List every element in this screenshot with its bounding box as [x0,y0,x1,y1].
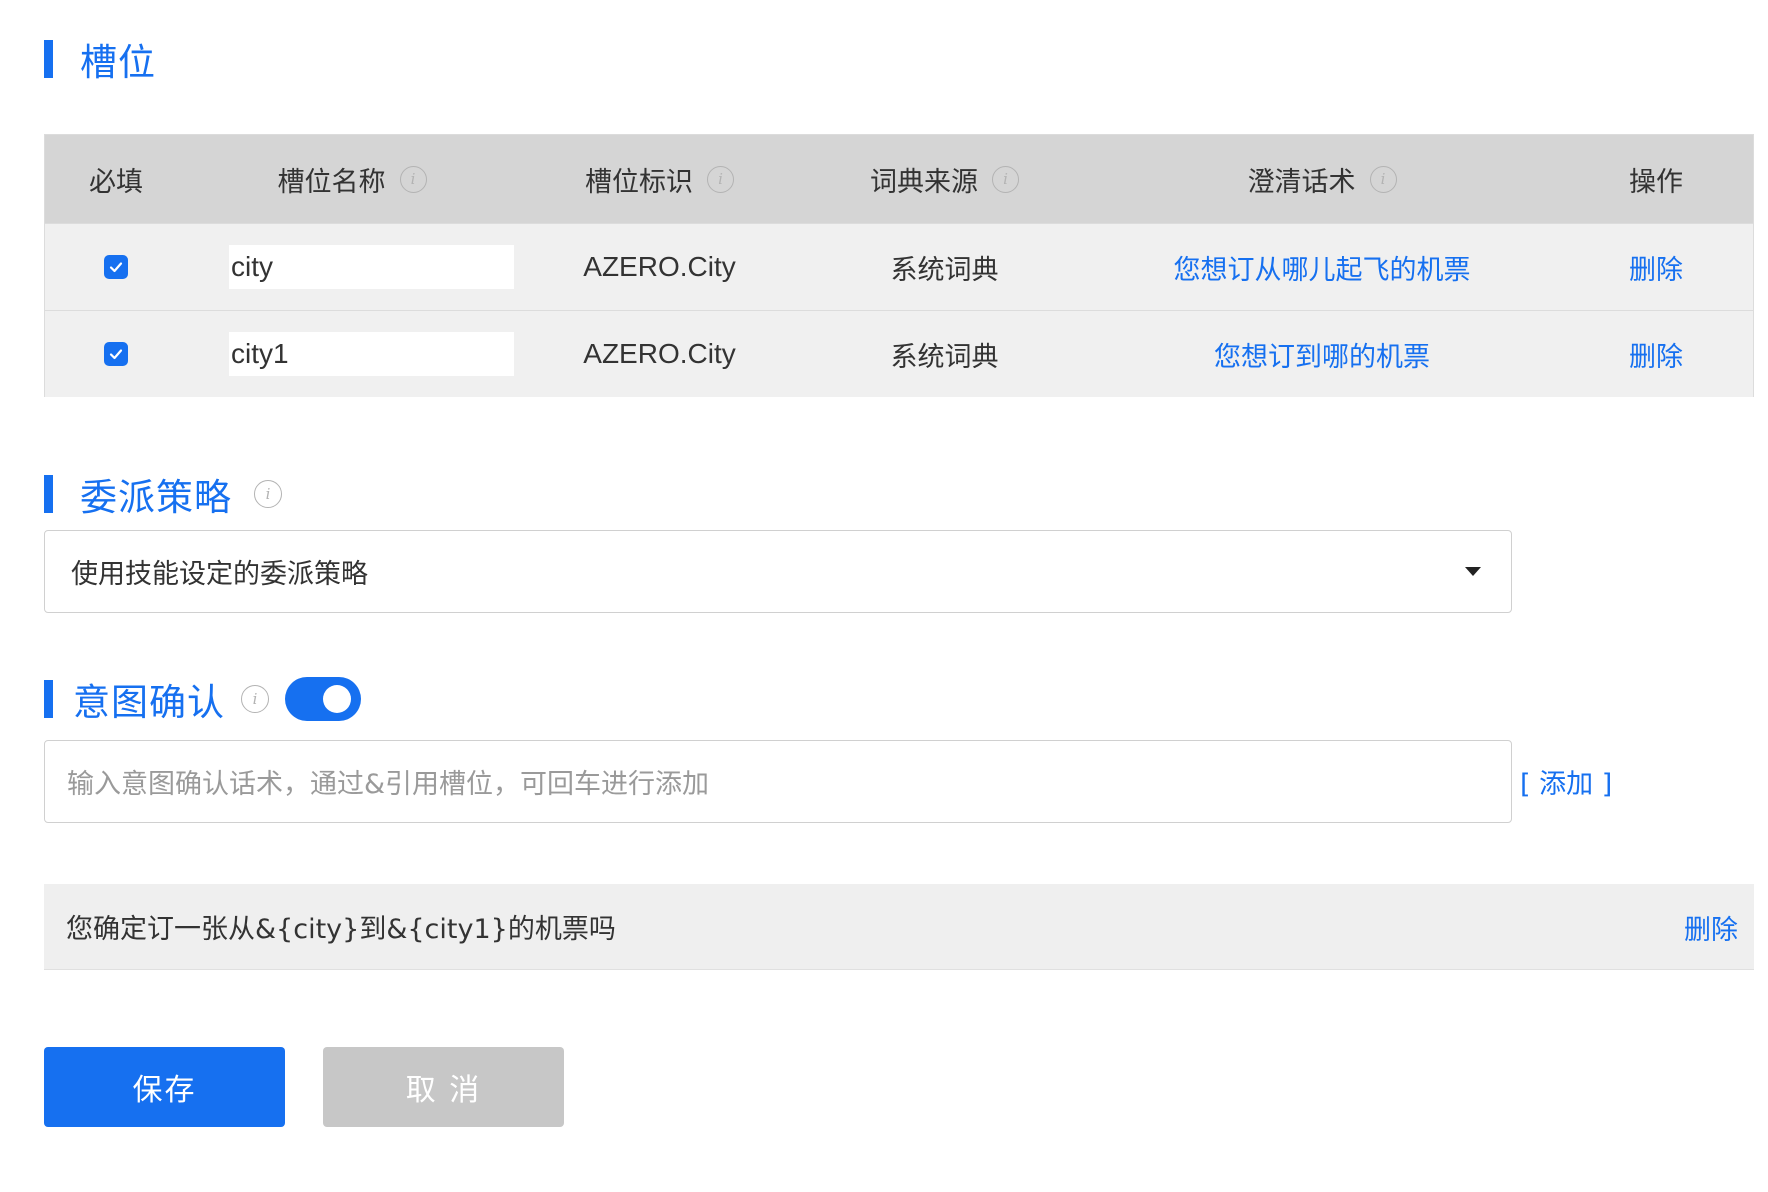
slot-name-cell: city1 [187,311,517,397]
required-cell [45,224,187,310]
add-intent-link[interactable]: [ 添加 ] [1520,762,1612,801]
slots-section-title: 槽位 [80,41,156,84]
intent-confirm-input[interactable]: 输入意图确认话术，通过&引用槽位，可回车进行添加 [44,740,1512,823]
table-row: city AZERO.City 系统词典 您想订从哪儿起飞的机票 删除 [45,223,1753,310]
dict-source: 系统词典 [890,341,999,373]
intent-confirm-toggle[interactable] [285,677,361,721]
slot-key: AZERO.City [583,251,736,282]
slot-key-cell: AZERO.City [517,311,802,397]
header-dict-source-label: 词典来源 [870,166,978,198]
dict-source: 系统词典 [890,254,999,286]
delegation-selected-value: 使用技能设定的委派策略 [71,559,368,590]
info-icon[interactable]: i [707,165,734,193]
header-slot-key: 槽位标识 i [517,135,802,223]
header-actions: 操作 [1557,135,1755,223]
required-cell [45,311,187,397]
info-icon[interactable]: i [399,165,427,193]
header-slot-name: 槽位名称 i [187,135,517,223]
actions-cell: 删除 [1557,224,1755,310]
delegation-section-header: 委派策略 i [44,467,282,521]
section-accent-bar [44,475,53,513]
slots-section-header: 槽位 [44,32,156,86]
clarification-cell: 您想订从哪儿起飞的机票 [1087,224,1557,310]
header-clarification-label: 澄清话术 [1247,166,1356,198]
slot-name-input[interactable]: city [229,245,514,289]
slot-config-page: 槽位 必填 槽位名称 i 槽位标识 i 词典来源 i 澄清话术 i 操作 cit… [0,0,1768,1192]
clarification-link[interactable]: 您想订从哪儿起飞的机票 [1174,248,1471,287]
required-checkbox[interactable] [104,255,128,279]
actions-cell: 删除 [1557,311,1755,397]
toggle-knob [323,685,351,713]
delete-intent-link[interactable]: 删除 [1684,908,1738,947]
info-icon[interactable]: i [1369,165,1397,193]
header-required: 必填 [45,135,187,223]
clarification-link[interactable]: 您想订到哪的机票 [1214,335,1430,374]
caret-down-icon [1465,567,1481,576]
required-checkbox[interactable] [104,342,128,366]
slot-table: 必填 槽位名称 i 槽位标识 i 词典来源 i 澄清话术 i 操作 city A… [44,134,1754,397]
check-icon [109,262,123,273]
header-dict-source: 词典来源 i [802,135,1087,223]
intent-confirm-section-title: 意图确认 [73,681,225,724]
slot-key: AZERO.City [583,338,736,369]
dict-source-cell: 系统词典 [802,224,1087,310]
cancel-button[interactable]: 取 消 [323,1047,564,1127]
header-slot-key-label: 槽位标识 [585,166,693,198]
intent-confirm-placeholder: 输入意图确认话术，通过&引用槽位，可回车进行添加 [67,769,710,800]
save-button[interactable]: 保存 [44,1047,285,1127]
delegation-section-title: 委派策略 [80,476,232,519]
delegation-strategy-select[interactable]: 使用技能设定的委派策略 [44,530,1512,613]
info-icon[interactable]: i [992,165,1019,193]
info-icon[interactable]: i [254,480,282,508]
delete-slot-link[interactable]: 删除 [1629,248,1683,287]
check-icon [109,349,123,360]
slot-table-header: 必填 槽位名称 i 槽位标识 i 词典来源 i 澄清话术 i 操作 [45,135,1753,223]
info-icon[interactable]: i [241,685,269,713]
intent-confirm-section-header: 意图确认 i [44,672,361,726]
slot-name-cell: city [187,224,517,310]
section-accent-bar [44,40,53,78]
header-slot-name-label: 槽位名称 [277,166,386,198]
table-row: city1 AZERO.City 系统词典 您想订到哪的机票 删除 [45,310,1753,397]
header-actions-label: 操作 [1629,166,1683,198]
list-item: 您确定订一张从&{city}到&{city1}的机票吗 删除 [44,884,1754,970]
slot-key-cell: AZERO.City [517,224,802,310]
dict-source-cell: 系统词典 [802,311,1087,397]
section-accent-bar [44,680,53,718]
header-clarification: 澄清话术 i [1087,135,1557,223]
slot-name-input[interactable]: city1 [229,332,514,376]
clarification-cell: 您想订到哪的机票 [1087,311,1557,397]
header-required-label: 必填 [89,166,143,198]
delete-slot-link[interactable]: 删除 [1629,335,1683,374]
intent-confirm-text: 您确定订一张从&{city}到&{city1}的机票吗 [66,914,616,945]
